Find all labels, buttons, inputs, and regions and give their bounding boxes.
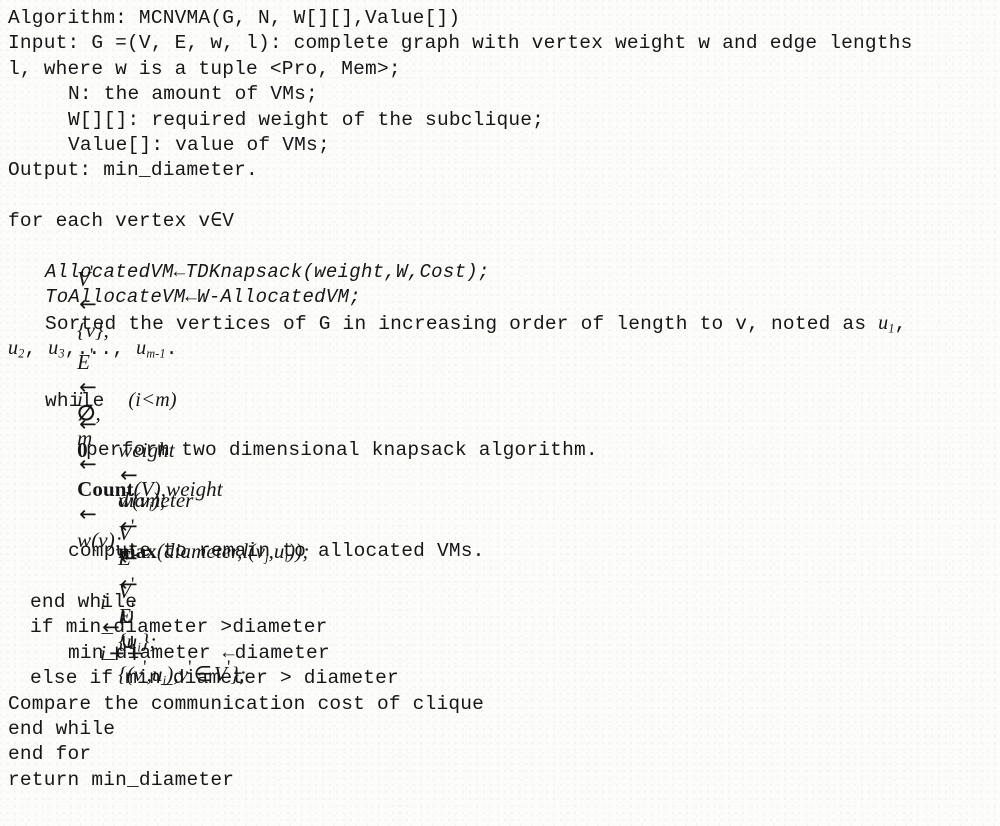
keyword-while: while xyxy=(45,389,105,412)
line-e-prime-union: E' ← E' ∪ {(v',ui),v'∈V'}; xyxy=(0,514,1000,687)
var-u-last: u xyxy=(136,337,147,360)
sorted-vertices-text: Sorted the vertices of G in increasing o… xyxy=(45,312,879,335)
line-algorithm-signature: Algorithm: MCNVMA(G, N, W[][],Value[]) xyxy=(8,7,461,29)
paren-close-while: ) xyxy=(169,388,177,411)
assign-arrow-i: ← xyxy=(79,412,97,437)
prime-mark-v-lhs: ' xyxy=(131,515,135,537)
sorted-u1-comma: , xyxy=(894,312,907,335)
line-for-each-vertex: for each vertex v∈V xyxy=(8,210,235,233)
sep-2: ,..., xyxy=(64,338,137,361)
while-var-m: m xyxy=(155,388,170,411)
assign-arrow-weight: ← xyxy=(120,463,138,488)
line-input-n: N: the amount of VMs; xyxy=(68,83,318,106)
line-allocated-vm: AllocatedVM←TDKnapsack(weight,W,Cost); xyxy=(45,260,490,283)
line-blank-separator xyxy=(0,184,1000,209)
line-assign-min-diameter: min_diameter ←diameter xyxy=(68,641,330,664)
line-output: Output: min_diameter. xyxy=(8,159,258,182)
line-input-graph-continued: l, where w is a tuple <Pro, Mem>; xyxy=(8,57,401,80)
line-i-initialize: i ← 0 xyxy=(0,361,1000,462)
line-weight-assign: weight ← w(vi); xyxy=(0,412,1000,514)
line-sorted-vertices-continued: u2, u3,..., um-1. xyxy=(0,336,1000,361)
var-u-second: u xyxy=(8,337,19,360)
sep-1: , xyxy=(24,338,49,361)
var-u-first: u xyxy=(878,311,889,334)
less-than-operator: < xyxy=(140,386,156,411)
sorted-period: . xyxy=(165,338,178,361)
line-else-if-min-diameter: else if min_diameter > diameter xyxy=(30,667,399,690)
algorithm-pseudocode-sheet: Algorithm: MCNVMA(G, N, W[][],Value[]) I… xyxy=(0,0,1000,826)
line-input-graph: Input: G =(V, E, w, l): complete graph w… xyxy=(8,32,913,55)
line-to-allocate-vm: ToAllocateVM←W-AllocatedVM; xyxy=(45,286,361,309)
var-u-third: u xyxy=(48,337,59,360)
line-return-statement: return min_diameter xyxy=(8,768,235,791)
pseudocode-block: Algorithm: MCNVMA(G, N, W[][],Value[]) I… xyxy=(0,0,1000,793)
line-while-condition: while (i<m) xyxy=(0,387,1000,412)
line-end-for: end for xyxy=(8,743,92,766)
line-perform-knapsack: perform two dimensional knapsack algorit… xyxy=(86,438,598,461)
line-i-increment: i ← i++ xyxy=(0,565,1000,665)
line-sorted-vertices: Sorted the vertices of G in increasing o… xyxy=(0,311,1000,336)
line-input-w: W[][]: required weight of the subclique; xyxy=(68,108,545,131)
line-if-min-diameter: if min_diameter >diameter xyxy=(30,616,328,639)
line-end-while-outer: end while xyxy=(8,717,116,740)
line-end-while-inner: end while xyxy=(30,590,138,613)
diameter-lhs: diameter xyxy=(118,488,194,513)
line-compute-remain: compute to remain to allocated VMs. xyxy=(68,540,485,563)
subscript-um: m-1 xyxy=(146,346,166,361)
line-initialize-assignments: V' ← {v}, E' ← ∅, m ← Count(V),weight ← … xyxy=(0,235,1000,552)
line-input-value: Value[]: value of VMs; xyxy=(68,133,330,156)
line-compare-communication-cost: Compare the communication cost of clique xyxy=(8,692,485,715)
